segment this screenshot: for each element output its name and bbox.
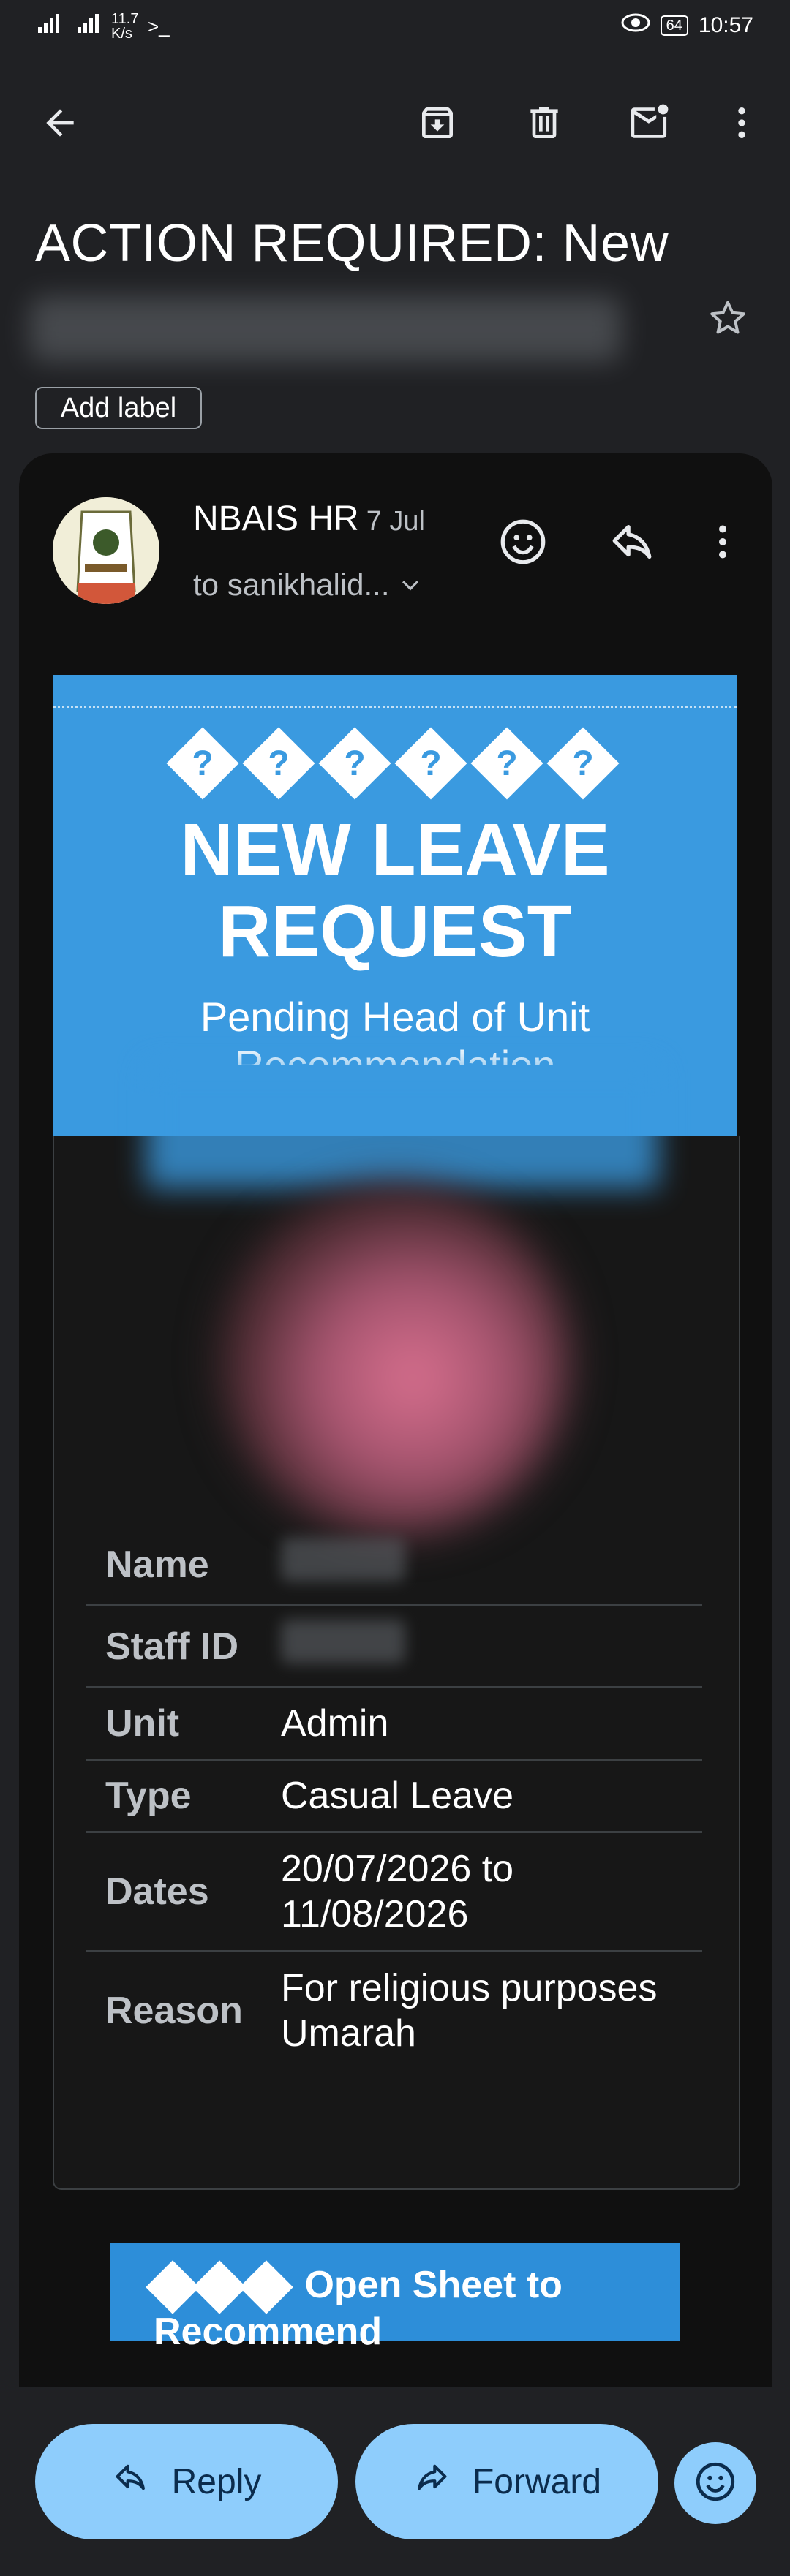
emoji-button[interactable] [674, 2442, 756, 2524]
detail-key: Name [86, 1525, 281, 1606]
detail-key: Unit [86, 1687, 281, 1761]
leave-details-table: Name Staff ID Unit Admin Type Casual Lea… [86, 1525, 702, 2069]
unknown-glyph-icon [192, 2260, 247, 2315]
detail-value: Admin [281, 1687, 702, 1761]
forward-label: Forward [472, 2462, 602, 2501]
unknown-glyph-icon: ? [471, 728, 543, 799]
table-row: Dates 20/07/2026 to 11/08/2026 [86, 1832, 702, 1952]
unknown-glyph-icon [146, 2260, 200, 2315]
add-label-button[interactable]: Add label [35, 387, 202, 429]
smiley-icon [693, 2460, 737, 2507]
reply-label: Reply [171, 2462, 262, 2501]
unknown-glyph-icon: ? [319, 728, 391, 799]
detail-value-redacted [281, 1525, 702, 1606]
table-row: Staff ID [86, 1605, 702, 1688]
reply-button[interactable]: Reply [35, 2424, 338, 2539]
mark-unread-icon[interactable] [628, 101, 672, 145]
reply-arrow-icon [112, 2458, 150, 2505]
forward-button[interactable]: Forward [356, 2424, 658, 2539]
status-bar: 11.7 K/s >_ 64 10:57 [0, 0, 790, 58]
clock: 10:57 [698, 13, 753, 37]
forward-arrow-icon [413, 2458, 451, 2505]
redacted-subject-line [29, 296, 622, 362]
table-row: Reason For religious purposes Umarah [86, 1952, 702, 2070]
more-vert-icon[interactable] [720, 101, 764, 145]
reply-icon[interactable] [607, 516, 658, 571]
signal-icon [37, 13, 69, 39]
message-more-icon[interactable] [701, 516, 745, 571]
recipients-toggle[interactable]: to sanikhalid... [193, 567, 423, 603]
recipient-text: to sanikhalid... [193, 567, 390, 602]
blurred-overlay [146, 1064, 658, 1188]
redacted-value [281, 1538, 405, 1582]
trash-icon[interactable] [522, 101, 566, 145]
detail-value: Casual Leave [281, 1759, 702, 1833]
detail-key: Staff ID [86, 1605, 281, 1688]
sender-name[interactable]: NBAIS HR 7 Jul [193, 499, 425, 539]
staff-photo [219, 1185, 571, 1536]
detail-key: Reason [105, 1990, 243, 2032]
banner-headline: NEW LEAVE REQUEST [53, 809, 737, 972]
battery-indicator: 64 [660, 15, 688, 36]
unknown-glyph-icon: ? [243, 728, 315, 799]
emoji-reaction-icon[interactable] [497, 516, 549, 571]
open-sheet-label[interactable]: Open Sheet to Recommend [146, 2260, 790, 2355]
table-row: Type Casual Leave [86, 1759, 702, 1833]
unknown-glyph-icon [239, 2260, 293, 2315]
redacted-value [281, 1620, 405, 1663]
unknown-glyph-icon: ? [395, 728, 467, 799]
headline-line-2: REQUEST [218, 891, 572, 972]
unknown-glyph-icon: ? [547, 728, 619, 799]
table-row: Unit Admin [86, 1687, 702, 1761]
network-speed: 11.7 K/s [111, 11, 139, 42]
detail-value: 20/07/2026 to 11/08/2026 [281, 1832, 702, 1952]
detail-value: For religious purposes Umarah [281, 1967, 658, 2055]
dotted-divider [53, 706, 737, 709]
detail-key: Dates [86, 1832, 281, 1952]
sender-label: NBAIS HR [193, 499, 359, 538]
chevron-down-icon [398, 567, 423, 602]
email-date: 7 Jul [366, 506, 425, 537]
eye-icon [621, 13, 650, 38]
detail-value-redacted [281, 1605, 702, 1688]
terminal-icon: >_ [148, 15, 170, 37]
table-row: Name [86, 1525, 702, 1606]
unknown-glyph-icon: ? [167, 728, 238, 799]
headline-line-1: NEW LEAVE [180, 809, 610, 891]
archive-icon[interactable] [415, 101, 459, 145]
signal-icon-2 [76, 13, 104, 39]
avatar[interactable] [53, 497, 159, 604]
email-subject: ACTION REQUIRED: New [35, 214, 669, 273]
detail-key: Type [86, 1759, 281, 1833]
star-icon[interactable] [706, 296, 750, 344]
banner-subtitle: Pending Head of Unit Recommendation [200, 994, 590, 1065]
banner-icon-row: ? ? ? ? ? ? [167, 728, 619, 799]
arrow-back-icon[interactable] [38, 101, 82, 145]
